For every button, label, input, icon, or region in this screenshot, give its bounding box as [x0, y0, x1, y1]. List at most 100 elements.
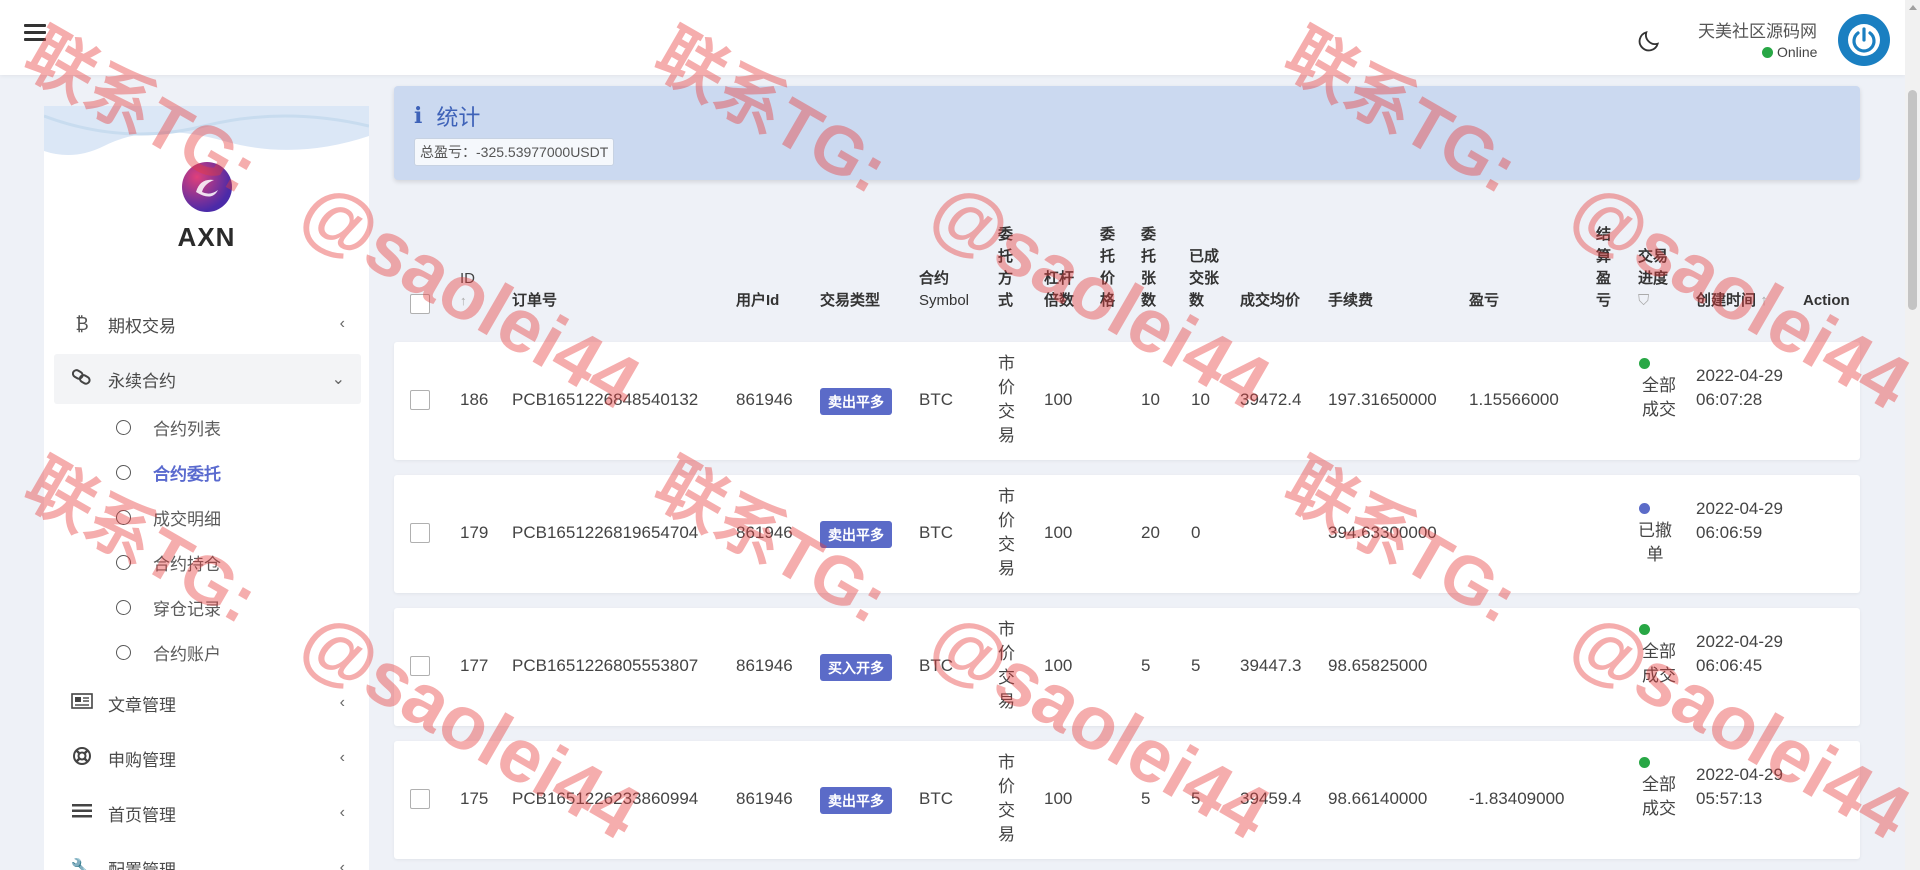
cell-order-method: 市价交易 [998, 354, 1015, 445]
cell-created-date: 2022-04-29 [1696, 366, 1783, 385]
cell-created-date: 2022-04-29 [1696, 765, 1783, 784]
circle-icon [116, 554, 131, 570]
status-dot-icon [1639, 757, 1650, 768]
cell-leverage: 100 [1044, 523, 1073, 542]
cell-id: 175 [460, 789, 489, 808]
header-created-text: 创建时间 [1696, 292, 1757, 309]
page-scrollbar[interactable] [1905, 0, 1920, 870]
scroll-up-arrow-icon[interactable] [1909, 5, 1917, 10]
brand-logo-icon [196, 179, 218, 197]
header-filled-line3: 数 [1189, 292, 1205, 309]
filter-icon[interactable]: ⛉ [1638, 292, 1649, 309]
wrench-icon: 🔧 [70, 857, 94, 870]
row-checkbox[interactable] [410, 523, 430, 543]
header-symbol-line1: 合约 [919, 270, 950, 287]
header-id[interactable]: ID ↑ [460, 268, 475, 312]
cell-fee: 98.66140000 [1328, 789, 1428, 808]
cell-leverage: 100 [1044, 789, 1073, 808]
cell-created-date: 2022-04-29 [1696, 632, 1783, 651]
cell-order-no: PCB1651226819654704 [512, 523, 699, 542]
cell-created: 2022-04-29 06:06:45 [1696, 630, 1783, 678]
cell-created-time: 05:57:13 [1696, 789, 1763, 808]
select-all-checkbox[interactable] [410, 294, 430, 314]
cell-avg-price: 39472.4 [1240, 390, 1302, 409]
cell-leverage: 100 [1044, 390, 1073, 409]
submenu-contract-orders[interactable]: 合约委托 [116, 454, 221, 490]
info-icon: i [414, 103, 423, 129]
dark-mode-moon-icon[interactable] [1636, 28, 1662, 54]
cell-user-id: 861946 [736, 390, 793, 409]
sidebar-item-perpetual-contracts[interactable]: 永续合约 ⌄ [54, 354, 361, 404]
cell-created-time: 06:07:28 [1696, 390, 1763, 409]
cell-avg-price: 39459.4 [1240, 789, 1302, 808]
cell-fee: 98.65825000 [1328, 656, 1428, 675]
cell-pnl: 1.15566000 [1469, 390, 1559, 409]
cell-pnl: -1.83409000 [1469, 789, 1565, 808]
header-order-price: 委托价格 [1100, 226, 1116, 309]
cell-user-id: 861946 [736, 789, 793, 808]
sidebar-item-options-trading[interactable]: ₿ 期权交易 ‹ [54, 299, 361, 349]
newspaper-icon [70, 692, 94, 714]
sort-arrow-icon[interactable]: ↑ [1760, 292, 1768, 309]
chevron-down-icon: ⌄ [331, 371, 345, 388]
sidebar-item-subscription[interactable]: 申购管理 ‹ [54, 733, 361, 783]
brand-logo[interactable] [182, 162, 232, 212]
cell-id: 179 [460, 523, 489, 542]
submenu-label: 合约委托 [153, 464, 221, 484]
scroll-thumb[interactable] [1908, 90, 1917, 310]
header-filled-qty: 已成 交张数 [1189, 246, 1219, 312]
chevron-left-icon: ‹ [339, 694, 345, 711]
cell-status: 全部成交 [1642, 775, 1676, 818]
user-name[interactable]: 天美社区源码网 [1698, 17, 1817, 42]
avatar[interactable] [1838, 14, 1890, 66]
lifebuoy-icon [70, 746, 94, 771]
header-trade-type: 交易类型 [820, 292, 881, 309]
brand-name: AXN [177, 222, 236, 252]
row-checkbox[interactable] [410, 656, 430, 676]
stats-title: i 统计 [414, 100, 480, 132]
row-checkbox[interactable] [410, 789, 430, 809]
sidebar-item-articles[interactable]: 文章管理 ‹ [54, 678, 361, 728]
row-checkbox[interactable] [410, 390, 430, 410]
status-dot-icon [1639, 358, 1650, 369]
header-symbol: 合约 Symbol [919, 268, 969, 312]
header-symbol-line2: Symbol [919, 292, 970, 309]
submenu-contract-list[interactable]: 合约列表 [116, 409, 221, 445]
sort-arrow-icon[interactable]: ↑ [460, 293, 467, 308]
cell-order-qty: 10 [1141, 390, 1160, 409]
table-row: 177 PCB1651226805553807 861946 买入开多 BTC … [394, 608, 1860, 726]
table-header: ID ↑ 订单号 用户Id 交易类型 合约 Symbol 委托方式 杠杆 倍数 委托价… [394, 210, 1860, 325]
cell-order-qty: 5 [1141, 789, 1151, 808]
submenu-trade-details[interactable]: 成交明细 [116, 499, 221, 535]
sidebar-item-homepage[interactable]: 首页管理 ‹ [54, 788, 361, 838]
header-progress: 交易 进度 ⛉ [1638, 246, 1668, 312]
cell-fee: 394.63300000 [1328, 523, 1437, 542]
submenu-label: 合约账户 [153, 644, 221, 664]
header-avg-price: 成交均价 [1240, 292, 1301, 309]
submenu-liquidation-records[interactable]: 穿仓记录 [116, 589, 221, 625]
hamburger-menu-icon[interactable] [24, 24, 46, 42]
submenu-label: 合约列表 [153, 419, 221, 439]
sidebar-item-label: 配置管理 [108, 860, 176, 870]
sidebar-item-label: 永续合约 [108, 371, 176, 391]
header-leverage-line2: 倍数 [1044, 292, 1075, 309]
sidebar: AXN ₿ 期权交易 ‹ 永续合约 ⌄ 合约列表 合约委托 成交明细 合约持仓 … [44, 106, 369, 870]
cell-id: 186 [460, 390, 489, 409]
cell-order-method: 市价交易 [998, 753, 1015, 844]
header-leverage-line1: 杠杆 [1044, 270, 1075, 287]
cell-symbol: BTC [919, 789, 953, 808]
trade-type-badge: 卖出平多 [820, 521, 892, 548]
cell-symbol: BTC [919, 656, 953, 675]
link-icon [70, 368, 94, 390]
sidebar-item-label: 首页管理 [108, 805, 176, 825]
submenu-contract-positions[interactable]: 合约持仓 [116, 544, 221, 580]
cell-status: 已撤单 [1638, 521, 1672, 564]
sidebar-item-settings[interactable]: 🔧 配置管理 ‹ [54, 843, 361, 870]
header-pnl: 盈亏 [1469, 292, 1500, 309]
status-dot-icon [1639, 624, 1650, 635]
stats-card: i 统计 总盈亏：-325.53977000USDT [394, 86, 1860, 180]
cell-order-no: PCB1651226233860994 [512, 789, 699, 808]
header-created[interactable]: 创建时间 ↑ [1696, 290, 1768, 312]
cell-filled-qty: 5 [1191, 789, 1201, 808]
submenu-contract-accounts[interactable]: 合约账户 [116, 634, 221, 670]
